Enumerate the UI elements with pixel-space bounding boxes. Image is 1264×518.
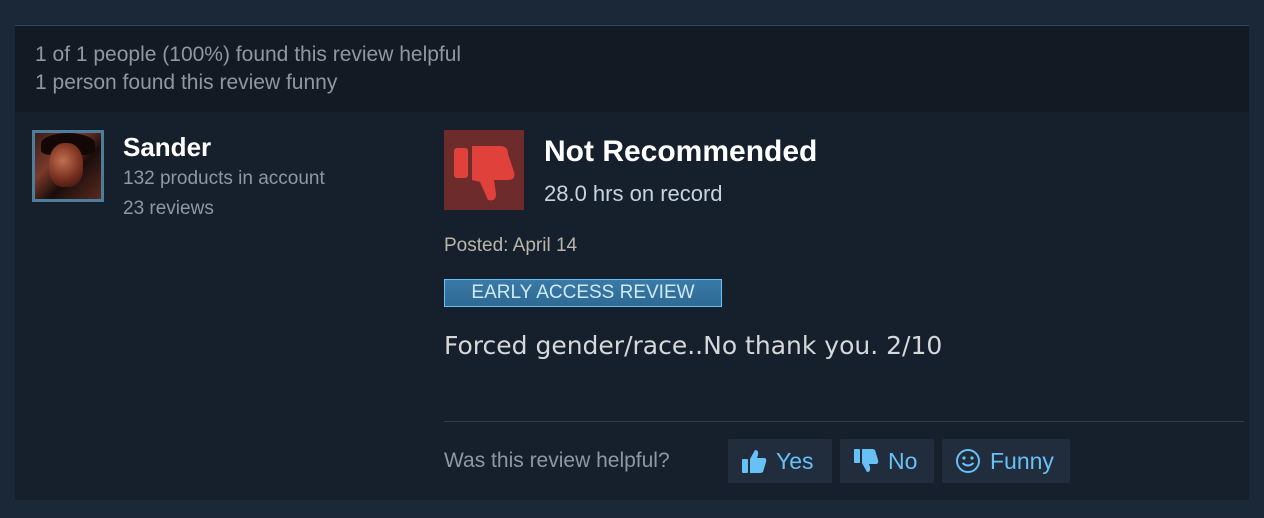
early-access-badge: EARLY ACCESS REVIEW bbox=[444, 279, 722, 307]
thumbs-up-icon bbox=[742, 450, 767, 473]
reviewer-reviews[interactable]: 23 reviews bbox=[123, 198, 214, 220]
avatar[interactable] bbox=[32, 130, 104, 202]
helpful-question: Was this review helpful? bbox=[444, 449, 670, 472]
review-card: 1 of 1 people (100%) found this review h… bbox=[15, 25, 1249, 500]
vote-funny-button[interactable]: Funny bbox=[942, 439, 1070, 483]
review-body: Forced gender/race..No thank you. 2/10 bbox=[444, 331, 943, 360]
divider bbox=[444, 421, 1244, 422]
vote-funny-label: Funny bbox=[990, 448, 1054, 474]
thumbs-down-icon-svg bbox=[454, 146, 515, 201]
helpful-count-text: 1 of 1 people (100%) found this review h… bbox=[35, 43, 462, 66]
vote-yes-button[interactable]: Yes bbox=[728, 439, 832, 483]
funny-count-text: 1 person found this review funny bbox=[35, 71, 338, 94]
vote-yes-label: Yes bbox=[776, 448, 814, 474]
vote-no-button[interactable]: No bbox=[840, 439, 934, 483]
reviewer-name[interactable]: Sander bbox=[123, 132, 211, 163]
smiley-icon bbox=[956, 449, 980, 473]
vote-no-label: No bbox=[888, 448, 918, 474]
posted-date: Posted: April 14 bbox=[444, 235, 578, 256]
helpful-summary: 1 of 1 people (100%) found this review h… bbox=[15, 26, 1249, 112]
hours-on-record: 28.0 hrs on record bbox=[544, 181, 723, 206]
review-page: 1 of 1 people (100%) found this review h… bbox=[0, 0, 1264, 518]
thumbs-down-small-icon bbox=[854, 449, 879, 472]
reviewer-products[interactable]: 132 products in account bbox=[123, 168, 325, 190]
thumbs-down-icon bbox=[444, 130, 524, 210]
verdict-title[interactable]: Not Recommended bbox=[544, 135, 817, 169]
